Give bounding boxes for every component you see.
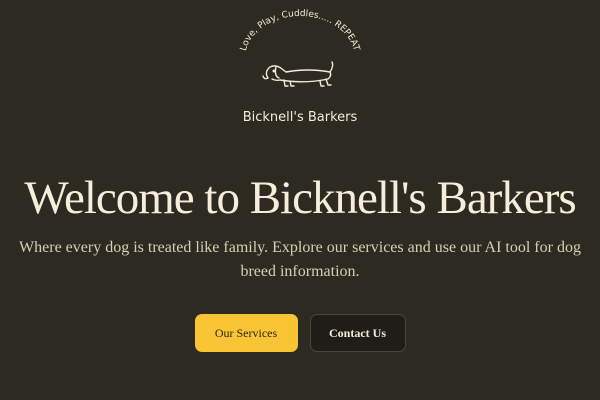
hero-section: Welcome to Bicknell's Barkers Where ever…: [0, 170, 600, 284]
contact-us-button[interactable]: Contact Us: [309, 314, 406, 352]
logo-brand-name: Bicknell's Barkers: [243, 110, 358, 125]
hero-subtitle: Where every dog is treated like family. …: [19, 239, 581, 280]
logo-tagline: Love, Play, Cuddles..... REPEAT: [239, 9, 361, 53]
hero-actions: Our Services Contact Us: [0, 314, 600, 352]
site-logo[interactable]: Love, Play, Cuddles..... REPEAT Bicknell…: [230, 8, 370, 133]
hero-title: Welcome to Bicknell's Barkers: [24, 172, 576, 224]
dachshund-icon: [262, 61, 334, 87]
our-services-button[interactable]: Our Services: [194, 314, 298, 352]
logo-graphic: Love, Play, Cuddles..... REPEAT Bicknell…: [239, 9, 361, 125]
